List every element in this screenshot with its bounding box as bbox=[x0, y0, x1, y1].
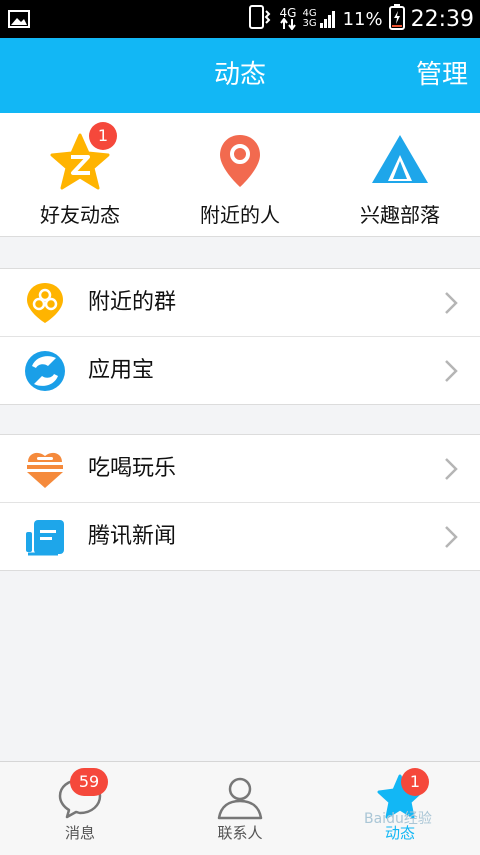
quick-action-friend-feed[interactable]: 1 好友动态 bbox=[0, 113, 160, 236]
tab-label: 联系人 bbox=[217, 824, 263, 842]
quick-actions: 1 好友动态 附近的人 兴趣部落 bbox=[0, 113, 480, 237]
network-small-bottom-label: 3G bbox=[302, 18, 317, 29]
quick-action-label: 附近的人 bbox=[200, 203, 280, 227]
app-store-icon bbox=[24, 350, 66, 392]
clock: 22:39 bbox=[410, 6, 474, 32]
chevron-right-icon bbox=[444, 457, 458, 481]
chevron-right-icon bbox=[444, 359, 458, 383]
list-item-label: 吃喝玩乐 bbox=[88, 456, 177, 481]
status-bar: 4G 4G 3G 11% 22:39 bbox=[0, 0, 480, 38]
signal-bars-icon bbox=[319, 11, 335, 28]
chevron-right-icon bbox=[444, 291, 458, 315]
battery-charging-icon bbox=[388, 4, 405, 34]
list-item-food-fun[interactable]: 吃喝玩乐 bbox=[0, 435, 480, 502]
list-item-label: 附近的群 bbox=[88, 290, 177, 315]
news-icon bbox=[24, 516, 66, 558]
contact-person-icon bbox=[215, 774, 265, 820]
signal-indicator: 4G 3G bbox=[302, 9, 336, 29]
list-item-app-store[interactable]: 应用宝 bbox=[0, 336, 480, 404]
messages-badge: 59 bbox=[70, 768, 108, 796]
list-item-label: 应用宝 bbox=[88, 358, 155, 383]
tab-messages[interactable]: 59 消息 bbox=[0, 762, 160, 855]
watermark: Baidu经验 bbox=[364, 811, 432, 827]
phone-vibrate-icon bbox=[248, 5, 274, 33]
nearby-group-icon bbox=[24, 282, 66, 324]
gallery-notification-icon bbox=[8, 10, 30, 32]
activity-badge: 1 bbox=[401, 768, 429, 796]
list-group-1: 附近的群 应用宝 bbox=[0, 268, 480, 405]
network-type-label: 4G bbox=[279, 6, 297, 20]
quick-action-nearby-people[interactable]: 附近的人 bbox=[160, 113, 320, 236]
header: 动态 管理 bbox=[0, 38, 480, 113]
quick-action-interest-tribe[interactable]: 兴趣部落 bbox=[320, 113, 480, 236]
friend-feed-badge: 1 bbox=[89, 122, 117, 150]
quick-action-label: 兴趣部落 bbox=[360, 203, 440, 227]
list-item-tencent-news[interactable]: 腾讯新闻 bbox=[0, 502, 480, 570]
data-arrows-icon bbox=[280, 18, 296, 30]
quick-action-label: 好友动态 bbox=[40, 203, 120, 227]
manage-button[interactable]: 管理 bbox=[416, 38, 468, 113]
list-item-label: 腾讯新闻 bbox=[88, 524, 177, 549]
list-item-nearby-groups[interactable]: 附近的群 bbox=[0, 269, 480, 336]
list-group-2: 吃喝玩乐 腾讯新闻 bbox=[0, 434, 480, 571]
tab-label: 消息 bbox=[64, 824, 95, 842]
mobile-data-indicator: 4G bbox=[279, 6, 297, 30]
location-pin-icon bbox=[208, 131, 272, 191]
food-icon bbox=[24, 448, 66, 490]
chevron-right-icon bbox=[444, 525, 458, 549]
battery-percent: 11% bbox=[342, 8, 383, 30]
tab-contacts[interactable]: 联系人 bbox=[160, 762, 320, 855]
page-title: 动态 bbox=[213, 60, 266, 90]
tent-icon bbox=[368, 131, 432, 191]
